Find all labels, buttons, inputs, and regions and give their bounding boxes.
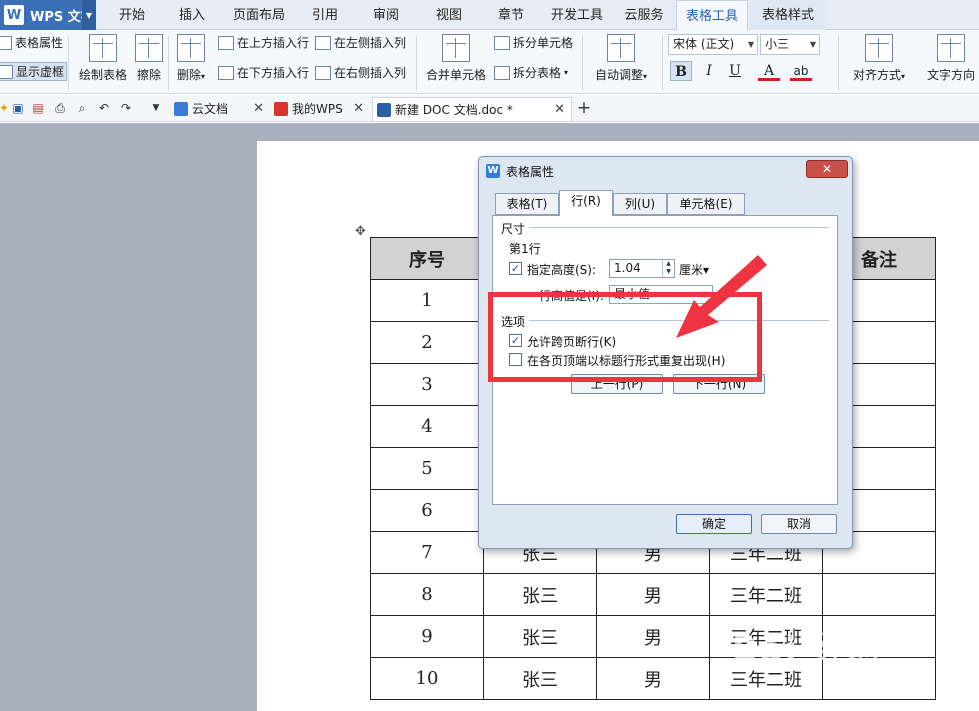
tab-row[interactable]: 行(R) xyxy=(559,190,613,216)
annotation-arrow-icon xyxy=(676,255,767,338)
watermark: Bai 经验 xyxy=(732,630,885,670)
